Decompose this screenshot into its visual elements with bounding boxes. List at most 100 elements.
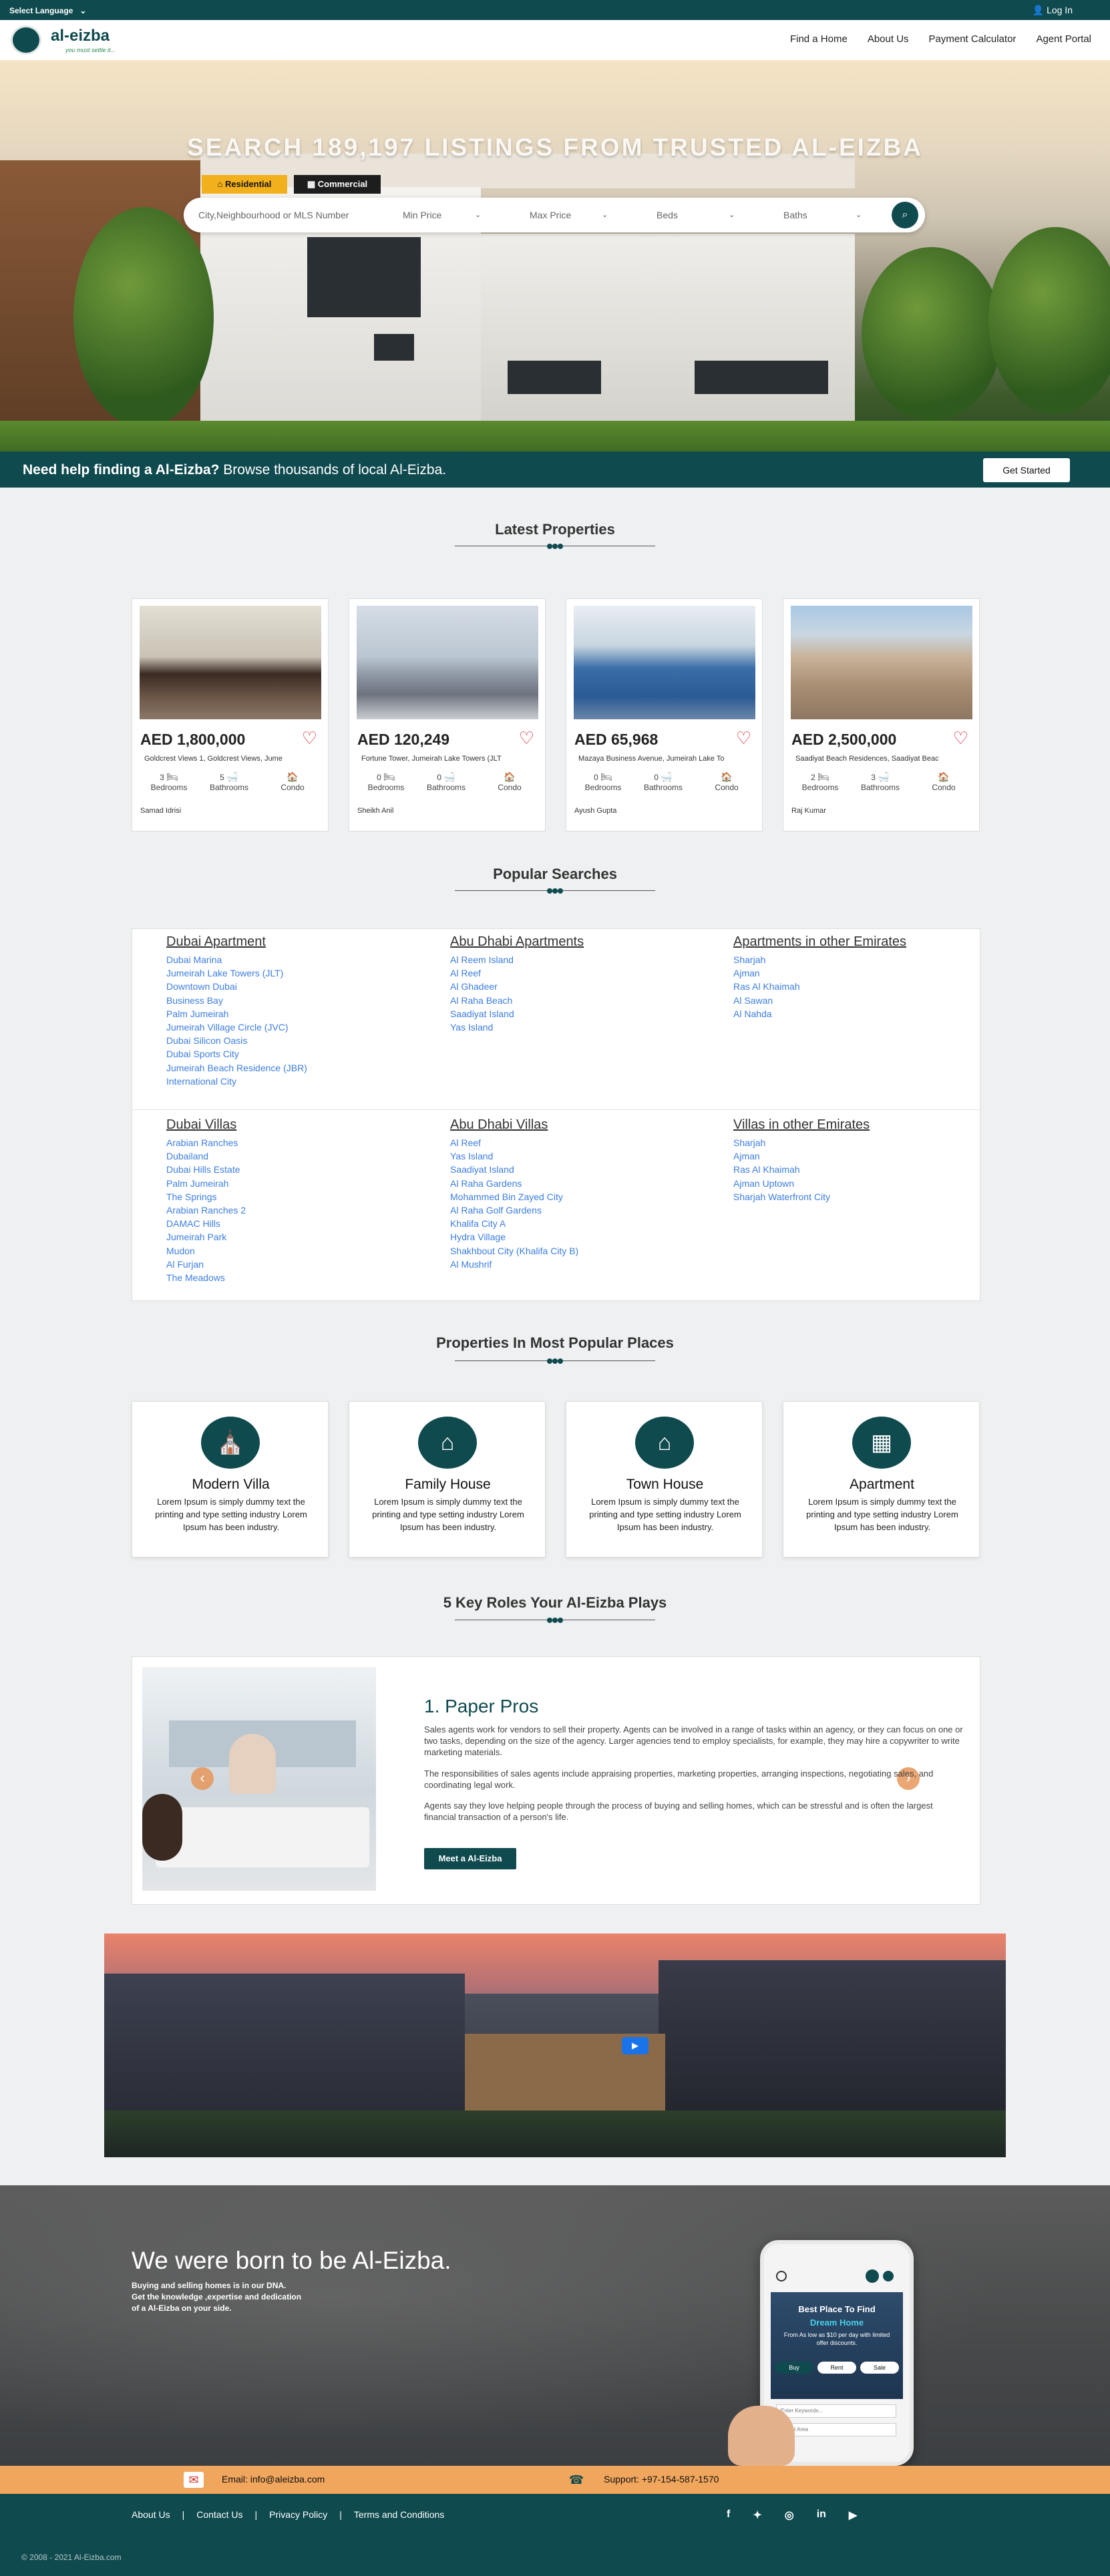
footer-link-privacy[interactable]: Privacy Policy: [269, 2509, 327, 2520]
get-started-button[interactable]: Get Started: [983, 458, 1070, 482]
play-button[interactable]: ▶: [622, 2037, 649, 2054]
search-group-heading[interactable]: Abu Dhabi Villas: [450, 1117, 691, 1133]
contact-support[interactable]: Support: +97-154-587-1570: [604, 2474, 719, 2485]
footer-link-about[interactable]: About Us: [132, 2509, 170, 2520]
search-link[interactable]: Sharjah Waterfront City: [733, 1190, 974, 1204]
facebook-icon[interactable]: f: [727, 2509, 730, 2522]
max-price-select[interactable]: Max Price ⌄: [530, 198, 623, 232]
instagram-icon[interactable]: ◎: [785, 2509, 794, 2522]
search-link[interactable]: Al Raha Gardens: [450, 1177, 691, 1190]
search-link[interactable]: Arabian Ranches 2: [166, 1204, 407, 1217]
search-link[interactable]: Shakhbout City (Khalifa City B): [450, 1244, 691, 1258]
search-link[interactable]: Mudon: [166, 1244, 407, 1258]
search-group-heading[interactable]: Abu Dhabi Apartments: [450, 934, 691, 950]
search-link[interactable]: Jumeirah Beach Residence (JBR): [166, 1061, 407, 1075]
search-link[interactable]: Business Bay: [166, 994, 407, 1007]
search-link[interactable]: The Springs: [166, 1190, 407, 1204]
property-image[interactable]: [140, 606, 321, 719]
search-link[interactable]: Al Sawan: [733, 994, 974, 1007]
search-link[interactable]: Sharjah: [733, 953, 974, 966]
search-link[interactable]: Ras Al Khaimah: [733, 1163, 974, 1176]
phone-keyword-input[interactable]: Enter Keywords...: [776, 2404, 896, 2418]
search-link[interactable]: Al Reem Island: [450, 953, 691, 966]
phone-tab-buy[interactable]: Buy: [775, 2362, 813, 2374]
search-link[interactable]: Jumeirah Lake Towers (JLT): [166, 966, 407, 980]
search-link[interactable]: DAMAC Hills: [166, 1217, 407, 1230]
search-link[interactable]: Saadiyat Island: [450, 1007, 691, 1021]
nav-payment-calculator[interactable]: Payment Calculator: [929, 33, 1016, 45]
search-button[interactable]: ⌕: [892, 202, 918, 228]
footer-link-contact[interactable]: Contact Us: [196, 2509, 242, 2520]
search-link[interactable]: Dubailand: [166, 1149, 407, 1163]
search-link[interactable]: Dubai Hills Estate: [166, 1163, 407, 1176]
search-link[interactable]: Saadiyat Island: [450, 1163, 691, 1176]
property-image[interactable]: [357, 606, 538, 719]
nav-about-us[interactable]: About Us: [868, 33, 909, 45]
baths-select[interactable]: Baths ⌄: [783, 198, 877, 232]
search-link[interactable]: Palm Jumeirah: [166, 1007, 407, 1021]
search-link[interactable]: Al Raha Golf Gardens: [450, 1204, 691, 1217]
heart-icon[interactable]: ♡: [736, 728, 751, 749]
search-link[interactable]: Arabian Ranches: [166, 1136, 407, 1149]
search-link[interactable]: Khalifa City A: [450, 1217, 691, 1230]
meet-agent-button[interactable]: Meet a Al-Eizba: [424, 1848, 516, 1869]
tab-residential[interactable]: ⌂ Residential: [202, 175, 287, 194]
search-link[interactable]: Sharjah: [733, 1136, 974, 1149]
heart-icon[interactable]: ♡: [953, 728, 968, 749]
heart-icon[interactable]: ♡: [302, 728, 317, 749]
search-link[interactable]: Hydra Village: [450, 1230, 691, 1244]
place-card[interactable]: ⌂ Family House Lorem Ipsum is simply dum…: [349, 1401, 546, 1557]
logo-icon[interactable]: [11, 25, 41, 55]
youtube-icon[interactable]: ▶: [849, 2509, 857, 2522]
heart-icon[interactable]: ♡: [519, 728, 534, 749]
place-card[interactable]: ▦ Apartment Lorem Ipsum is simply dummy …: [783, 1401, 980, 1557]
phone-tab-rent[interactable]: Rent: [817, 2362, 856, 2374]
search-link[interactable]: Ajman: [733, 1149, 974, 1163]
video-player[interactable]: ▶: [104, 1934, 1006, 2157]
search-link[interactable]: Dubai Silicon Oasis: [166, 1034, 407, 1047]
carousel-prev-button[interactable]: ‹: [191, 1767, 214, 1790]
search-link[interactable]: Ras Al Khaimah: [733, 980, 974, 993]
search-link[interactable]: Al Nahda: [733, 1007, 974, 1021]
property-card[interactable]: AED 120,249 ♡ Fortune Tower, Jumeirah La…: [349, 598, 546, 832]
property-card[interactable]: AED 1,800,000 ♡ Goldcrest Views 1, Goldc…: [132, 598, 329, 832]
place-card[interactable]: ⛪ Modern Villa Lorem Ipsum is simply dum…: [132, 1401, 329, 1557]
search-link[interactable]: Yas Island: [450, 1021, 691, 1034]
tab-commercial[interactable]: ▦ Commercial: [294, 175, 381, 194]
search-group-heading[interactable]: Apartments in other Emirates: [733, 934, 974, 950]
search-link[interactable]: Mohammed Bin Zayed City: [450, 1190, 691, 1204]
logo-text[interactable]: al-eizba: [51, 27, 110, 45]
search-group-heading[interactable]: Villas in other Emirates: [733, 1117, 974, 1133]
location-search-input[interactable]: City,Neighbourhood or MLS Number: [198, 198, 385, 232]
search-link[interactable]: Al Raha Beach: [450, 994, 691, 1007]
search-link[interactable]: Ajman: [733, 966, 974, 980]
search-link[interactable]: Downtown Dubai: [166, 980, 407, 993]
search-link[interactable]: Palm Jumeirah: [166, 1177, 407, 1190]
phone-tab-sale[interactable]: Sale: [860, 2362, 899, 2374]
linkedin-icon[interactable]: in: [817, 2509, 826, 2522]
footer-link-terms[interactable]: Terms and Conditions: [354, 2509, 444, 2520]
min-price-select[interactable]: Min Price ⌄: [403, 198, 496, 232]
property-card[interactable]: AED 65,968 ♡ Mazaya Business Avenue, Jum…: [566, 598, 763, 832]
search-link[interactable]: Jumeirah Park: [166, 1230, 407, 1244]
property-image[interactable]: [574, 606, 755, 719]
search-link[interactable]: Yas Island: [450, 1149, 691, 1163]
search-group-heading[interactable]: Dubai Villas: [166, 1117, 407, 1133]
search-group-heading[interactable]: Dubai Apartment: [166, 934, 407, 950]
twitter-icon[interactable]: ✦: [753, 2509, 761, 2522]
search-link[interactable]: Al Reef: [450, 966, 691, 980]
search-link[interactable]: Al Mushrif: [450, 1258, 691, 1271]
search-link[interactable]: Al Reef: [450, 1136, 691, 1149]
search-link[interactable]: International City: [166, 1075, 407, 1088]
nav-find-home[interactable]: Find a Home: [790, 33, 848, 45]
search-link[interactable]: Al Ghadeer: [450, 980, 691, 993]
search-link[interactable]: Dubai Marina: [166, 953, 407, 966]
search-link[interactable]: Ajman Uptown: [733, 1177, 974, 1190]
nav-agent-portal[interactable]: Agent Portal: [1036, 33, 1091, 45]
search-link[interactable]: Dubai Sports City: [166, 1047, 407, 1061]
search-link[interactable]: Al Furjan: [166, 1258, 407, 1271]
beds-select[interactable]: Beds ⌄: [657, 198, 750, 232]
contact-email[interactable]: Email: info@aleizba.com: [222, 2474, 325, 2485]
property-image[interactable]: [791, 606, 972, 719]
property-card[interactable]: AED 2,500,000 ♡ Saadiyat Beach Residence…: [783, 598, 980, 832]
